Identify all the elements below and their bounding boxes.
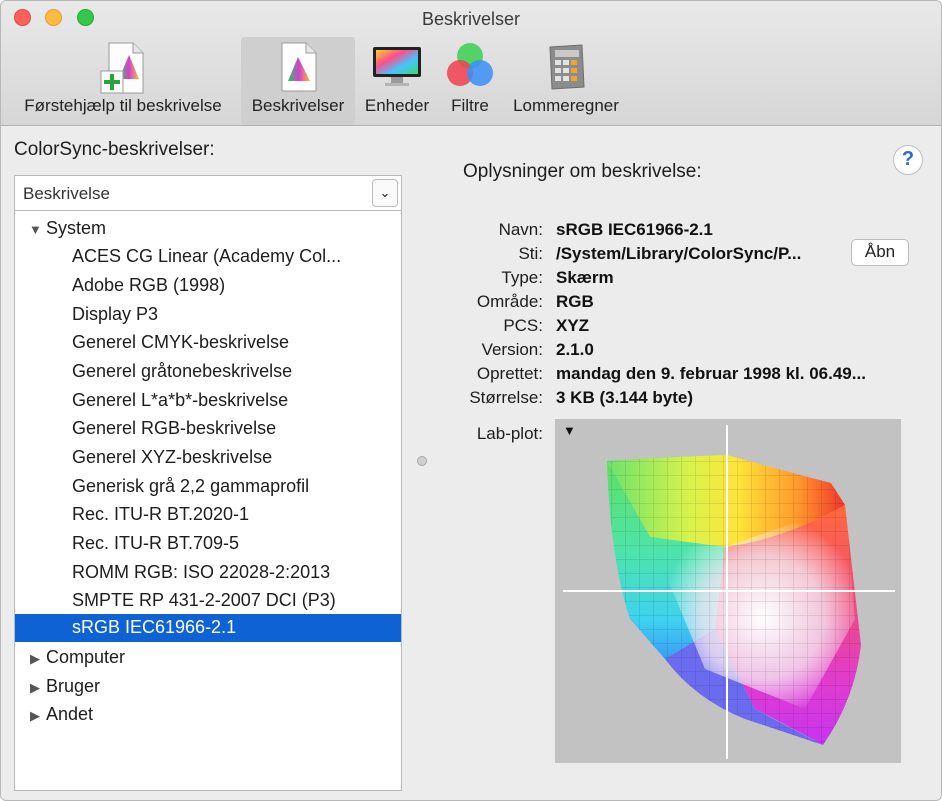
info-value-path: /System/Library/ColorSync/P... bbox=[556, 244, 802, 263]
toolbar-label-calculator: Lommeregner bbox=[513, 96, 619, 115]
lab-plot-label: Lab-plot: bbox=[476, 424, 543, 443]
list-item[interactable]: SMPTE RP 431-2-2007 DCI (P3) bbox=[15, 587, 401, 615]
info-value-created: mandag den 9. februar 1998 kl. 06.49... bbox=[556, 364, 866, 383]
help-button[interactable]: ? bbox=[893, 145, 923, 175]
info-value-space: RGB bbox=[556, 292, 594, 311]
info-value-size: 3 KB (3.144 byte) bbox=[556, 388, 693, 407]
list-item[interactable]: Rec. ITU-R BT.2020-1 bbox=[15, 501, 401, 529]
calculator-icon bbox=[544, 41, 588, 96]
info-label-pcs: PCS: bbox=[503, 316, 543, 335]
list-item[interactable]: Rec. ITU-R BT.709-5 bbox=[15, 530, 401, 558]
toolbar-filters[interactable]: Filtre bbox=[439, 37, 501, 125]
first-aid-profile-icon bbox=[99, 41, 147, 100]
info-label-created: Oprettet: bbox=[476, 364, 543, 383]
toolbar-label-filters: Filtre bbox=[451, 96, 489, 115]
toolbar-label-first-aid: Førstehjælp til beskrivelse bbox=[24, 96, 222, 115]
plot-menu-triangle-icon[interactable]: ▼ bbox=[563, 423, 576, 438]
list-item[interactable]: Generisk grå 2,2 gammaprofil bbox=[15, 473, 401, 501]
info-label-path: Sti: bbox=[518, 244, 543, 263]
disclosure-open-icon[interactable]: ▼ bbox=[29, 222, 42, 237]
window-title: Beskrivelser bbox=[421, 9, 521, 29]
info-label-space: Område: bbox=[476, 292, 543, 311]
list-item[interactable]: Generel XYZ-beskrivelse bbox=[15, 444, 401, 472]
display-icon bbox=[371, 41, 423, 94]
disclosure-closed-icon[interactable]: ▶ bbox=[30, 651, 40, 667]
profiles-heading: ColorSync-beskrivelser: bbox=[14, 139, 215, 160]
info-label-version: Version: bbox=[481, 340, 543, 359]
list-item-selected[interactable]: sRGB IEC61966-2.1 bbox=[15, 614, 401, 642]
tree-group-other[interactable]: ▶ Andet bbox=[15, 701, 401, 729]
profiles-icon bbox=[278, 41, 318, 98]
toolbar-calculator[interactable]: Lommeregner bbox=[505, 37, 627, 125]
info-value-version: 2.1.0 bbox=[556, 340, 594, 359]
gamut-3d-icon bbox=[563, 425, 895, 759]
tree-group-user[interactable]: ▶ Bruger bbox=[15, 673, 401, 701]
info-value-name: sRGB IEC61966-2.1 bbox=[556, 220, 713, 239]
list-item[interactable]: ROMM RGB: ISO 22028-2:2013 bbox=[15, 559, 401, 587]
disclosure-closed-icon[interactable]: ▶ bbox=[30, 708, 40, 724]
toolbar-profiles[interactable]: Beskrivelser bbox=[241, 37, 355, 125]
disclosure-closed-icon[interactable]: ▶ bbox=[30, 680, 40, 696]
title-toolbar: Beskrivelser Førstehjælp til beskrivelse bbox=[1, 1, 941, 126]
profile-filter-value: Beskrivelse bbox=[23, 184, 110, 203]
open-button[interactable]: Åbn bbox=[851, 239, 909, 266]
profile-filter-select[interactable]: Beskrivelse ⌄ bbox=[14, 175, 402, 211]
toolbar-label-profiles: Beskrivelser bbox=[251, 96, 345, 115]
lab-plot[interactable]: ▼ bbox=[555, 419, 901, 763]
profile-info-heading: Oplysninger om beskrivelse: bbox=[463, 161, 702, 182]
info-value-pcs: XYZ bbox=[556, 316, 590, 335]
info-label-type: Type: bbox=[501, 268, 543, 287]
filters-icon bbox=[444, 41, 496, 96]
split-view-handle[interactable] bbox=[417, 456, 427, 466]
info-value-type: Skærm bbox=[556, 268, 614, 287]
tree-group-computer[interactable]: ▶ Computer bbox=[15, 644, 401, 672]
toolbar-first-aid[interactable]: Førstehjælp til beskrivelse bbox=[9, 37, 237, 125]
info-label-name: Navn: bbox=[498, 220, 543, 239]
profiles-window: Beskrivelser Førstehjælp til beskrivelse bbox=[0, 0, 942, 801]
toolbar-devices[interactable]: Enheder bbox=[359, 37, 435, 125]
toolbar-label-devices: Enheder bbox=[364, 96, 430, 115]
chevron-down-icon[interactable]: ⌄ bbox=[372, 179, 398, 207]
info-label-size: Størrelse: bbox=[469, 388, 543, 407]
